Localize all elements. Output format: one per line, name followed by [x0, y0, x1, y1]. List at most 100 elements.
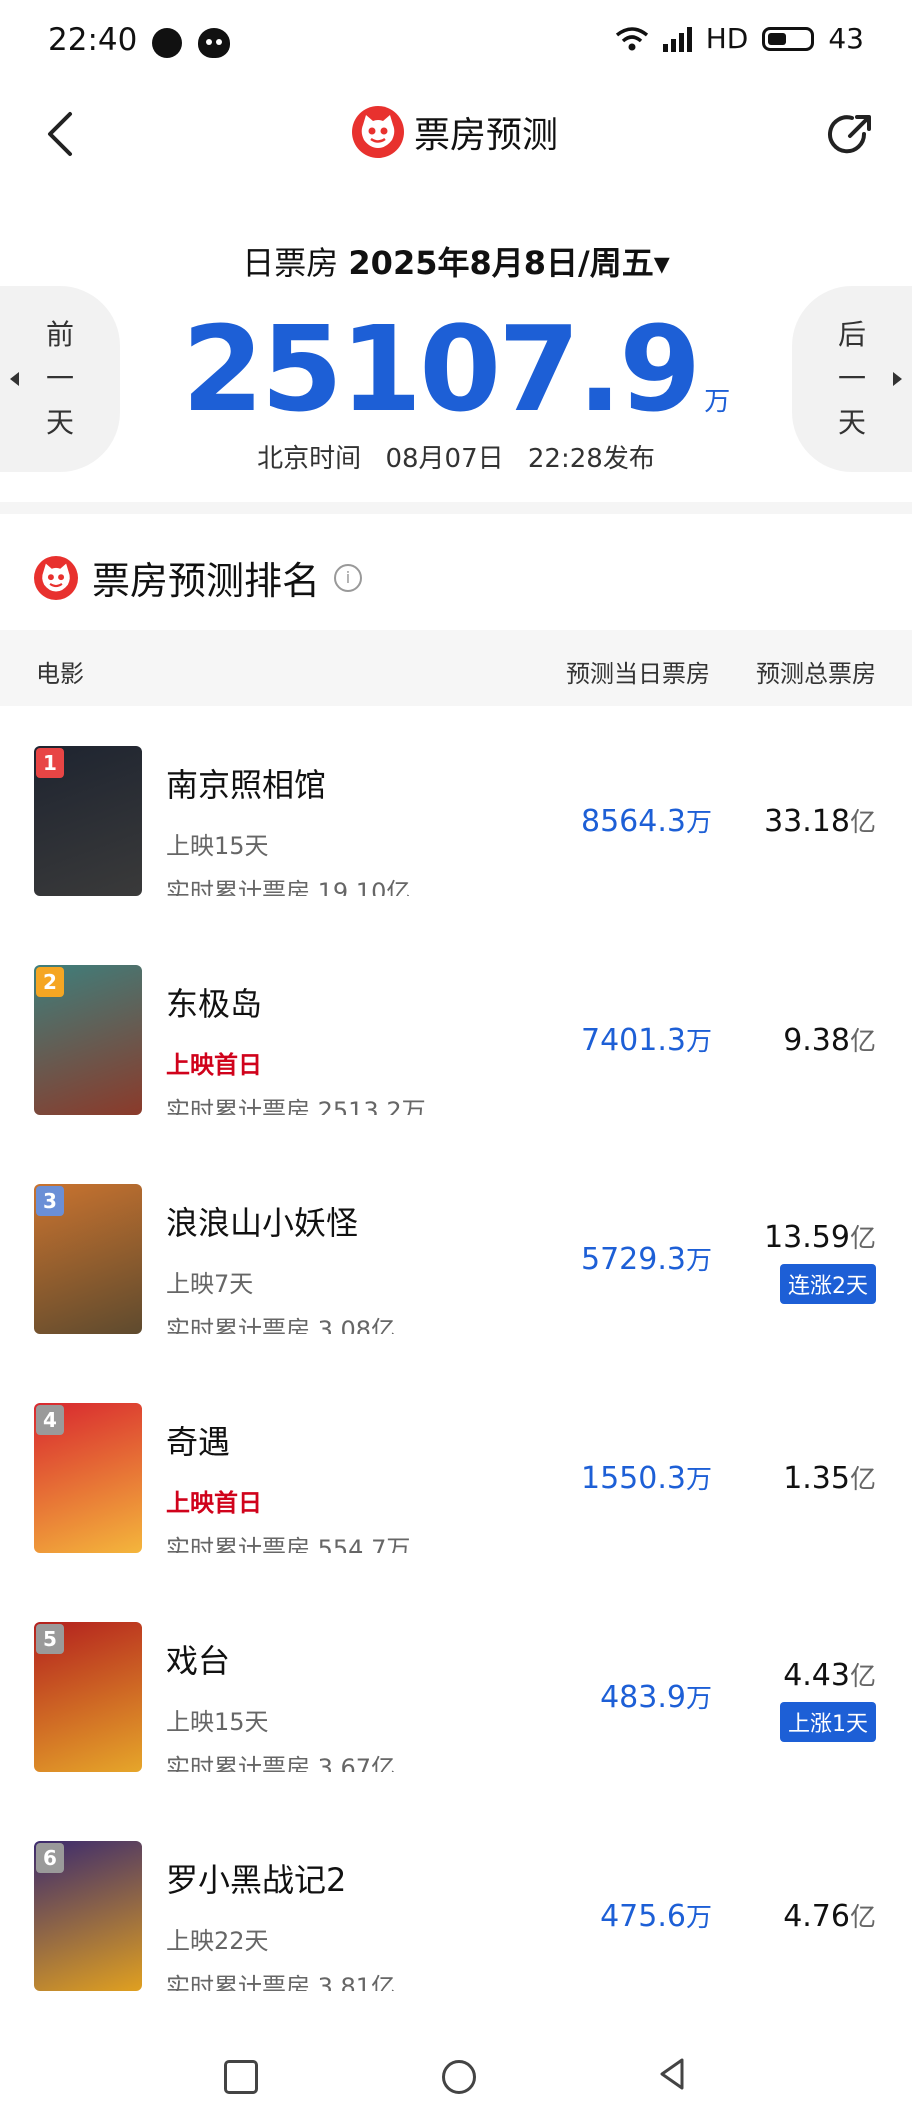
predicted-total: 1.35亿	[783, 1459, 876, 1496]
release-status: 上映15天	[166, 832, 269, 860]
dropdown-arrow-icon[interactable]: ▾	[654, 244, 670, 282]
movie-row[interactable]: 6 罗小黑战记2 上映22天 实时累计票房 3.81亿 475.6万 4.76亿	[0, 1805, 912, 2025]
rank-badge: 6	[36, 1843, 64, 1873]
predicted-total-unit: 亿	[849, 1662, 876, 1692]
trend-badge: 上涨1天	[780, 1702, 876, 1742]
movie-row[interactable]: 4 奇遇 上映首日 实时累计票房 554.7万 1550.3万 1.35亿	[0, 1367, 912, 1587]
cumulative-box-office: 实时累计票房 554.7万	[166, 1535, 411, 1553]
page-title: 票房预测	[414, 115, 559, 156]
box-office-value: 25107.9	[181, 300, 701, 438]
movie-row[interactable]: 2 东极岛 上映首日 实时累计票房 2513.2万 7401.3万 9.38亿	[0, 929, 912, 1149]
movie-title: 南京照相馆	[166, 766, 327, 804]
predicted-today-unit: 万	[685, 1684, 712, 1714]
predicted-today: 483.9万	[600, 1678, 712, 1715]
top-nav: 票房预测	[0, 96, 912, 172]
cumulative-box-office: 实时累计票房 3.08亿	[166, 1316, 396, 1334]
predicted-total-value: 33.18	[764, 804, 850, 839]
recent-apps-icon[interactable]	[224, 2060, 258, 2094]
cat-logo-icon	[352, 106, 404, 158]
messenger-app-icon	[198, 28, 230, 58]
rank-badge: 4	[36, 1405, 64, 1435]
movie-row[interactable]: 3 浪浪山小妖怪 上映7天 实时累计票房 3.08亿 5729.3万 13.59…	[0, 1148, 912, 1368]
column-today: 预测当日票房	[566, 660, 710, 688]
table-header: 电影 预测当日票房 预测总票房	[0, 630, 912, 706]
predicted-today-unit: 万	[685, 1246, 712, 1276]
movie-title: 浪浪山小妖怪	[166, 1204, 359, 1242]
predicted-total: 4.76亿	[783, 1897, 876, 1934]
predicted-today: 475.6万	[600, 1897, 712, 1934]
predicted-today: 7401.3万	[581, 1021, 712, 1058]
selected-date[interactable]: 2025年8月8日/周五	[348, 244, 653, 282]
predicted-total-unit: 亿	[849, 1224, 876, 1254]
predicted-today-value: 483.9	[600, 1680, 686, 1715]
status-time: 22:40	[48, 22, 138, 58]
rank-badge: 5	[36, 1624, 64, 1654]
back-icon[interactable]	[38, 106, 88, 162]
predicted-today-value: 8564.3	[581, 804, 686, 839]
rank-badge: 3	[36, 1186, 64, 1216]
home-icon[interactable]	[442, 2060, 476, 2094]
battery-level: 43	[828, 22, 864, 55]
system-navigation-bar	[0, 2038, 912, 2128]
movie-row[interactable]: 1 南京照相馆 上映15天 实时累计票房 19.10亿 8564.3万 33.1…	[0, 710, 912, 930]
predicted-total: 33.18亿	[764, 802, 876, 839]
predicted-today-unit: 万	[685, 1465, 712, 1495]
predicted-total-value: 13.59	[764, 1220, 850, 1255]
chat-app-icon	[152, 28, 182, 58]
movie-row[interactable]: 5 戏台 上映15天 实时累计票房 3.67亿 483.9万 4.43亿 上涨1…	[0, 1586, 912, 1806]
publish-label: 北京时间	[257, 444, 362, 474]
predicted-total-value: 4.43	[783, 1658, 850, 1693]
release-status: 上映15天	[166, 1708, 269, 1736]
predicted-today: 5729.3万	[581, 1240, 712, 1277]
predicted-total-unit: 亿	[849, 1465, 876, 1495]
release-status: 上映首日	[166, 1489, 262, 1517]
box-office-unit: 万	[704, 387, 731, 417]
back-nav-icon[interactable]	[656, 2056, 690, 2092]
movie-title: 东极岛	[166, 985, 263, 1023]
rank-badge: 2	[36, 967, 64, 997]
predicted-total-unit: 亿	[849, 1027, 876, 1057]
section-title: 票房预测排名	[92, 559, 321, 603]
info-icon[interactable]: i	[334, 563, 363, 592]
column-total: 预测总票房	[756, 660, 876, 688]
wifi-icon	[615, 26, 648, 50]
publish-info: 北京时间 08月07日 22:28发布	[0, 438, 912, 475]
signal-icon	[662, 26, 692, 52]
section-header: 票房预测排名 i	[34, 550, 363, 605]
predicted-today-unit: 万	[685, 1027, 712, 1057]
cumulative-box-office: 实时累计票房 19.10亿	[166, 878, 411, 896]
movie-title: 罗小黑战记2	[166, 1861, 347, 1899]
predicted-today-value: 5729.3	[581, 1242, 686, 1277]
share-icon[interactable]	[824, 108, 878, 162]
predicted-total-value: 4.76	[783, 1899, 850, 1934]
predicted-total-value: 9.38	[783, 1023, 850, 1058]
release-status: 上映7天	[166, 1270, 254, 1298]
cumulative-box-office: 实时累计票房 3.81亿	[166, 1973, 396, 1991]
predicted-today-value: 475.6	[600, 1899, 686, 1934]
trend-badge: 连涨2天	[780, 1264, 876, 1304]
predicted-today-unit: 万	[685, 808, 712, 838]
divider	[0, 502, 912, 514]
column-movie: 电影	[36, 660, 84, 688]
predicted-today-value: 1550.3	[581, 1461, 686, 1496]
predicted-total-value: 1.35	[783, 1461, 850, 1496]
predicted-today: 8564.3万	[581, 802, 712, 839]
daily-box-office: 25107.9 万	[0, 300, 912, 438]
predicted-total: 4.43亿	[783, 1656, 876, 1693]
release-status: 上映首日	[166, 1051, 262, 1079]
predicted-today: 1550.3万	[581, 1459, 712, 1496]
cumulative-box-office: 实时累计票房 2513.2万	[166, 1097, 426, 1115]
publish-date: 08月07日	[385, 444, 504, 474]
cumulative-box-office: 实时累计票房 3.67亿	[166, 1754, 396, 1772]
movie-title: 戏台	[166, 1642, 231, 1680]
date-prefix: 日票房	[242, 244, 339, 282]
date-selector[interactable]: 日票房 2025年8月8日/周五▾	[0, 238, 912, 284]
predicted-total: 9.38亿	[783, 1021, 876, 1058]
network-label: HD	[705, 22, 749, 55]
publish-time: 22:28发布	[527, 444, 655, 474]
cat-logo-icon	[34, 555, 78, 600]
release-status: 上映22天	[166, 1927, 269, 1955]
movie-title: 奇遇	[166, 1423, 231, 1461]
predicted-total-unit: 亿	[849, 808, 876, 838]
rank-badge: 1	[36, 748, 64, 778]
